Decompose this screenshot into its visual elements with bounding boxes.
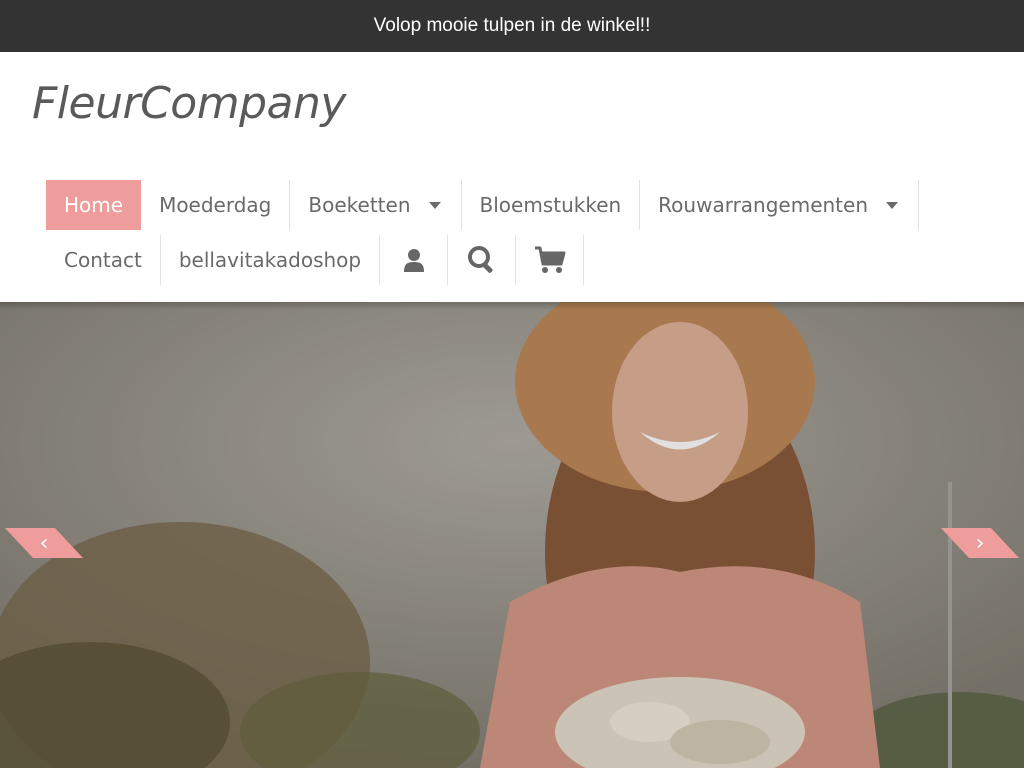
slider-next-button[interactable]: › [941, 528, 1019, 558]
nav-item-boeketten[interactable]: Boeketten [290, 180, 462, 230]
search-button[interactable] [448, 235, 517, 285]
main-nav-row-2: Contact bellavitakadoshop [46, 235, 585, 285]
announcement-text: Volop mooie tulpen in de winkel!! [373, 15, 651, 36]
nav-item-contact[interactable]: Contact [46, 235, 161, 285]
main-nav-row-1: Home Moederdag Boeketten Bloemstukken Ro… [46, 180, 920, 230]
cart-button[interactable] [516, 235, 585, 285]
user-icon [403, 249, 424, 272]
nav-item-home[interactable]: Home [46, 180, 142, 230]
nav-item-label: Moederdag [159, 193, 272, 217]
nav-item-label: Bloemstukken [479, 193, 622, 217]
nav-item-label: Contact [64, 248, 142, 272]
chevron-right-icon: › [975, 530, 985, 556]
hero-slider: ‹ › [0, 302, 1024, 768]
nav-item-label: bellavitakadoshop [178, 248, 362, 272]
nav-item-label: Rouwarrangementen [658, 193, 869, 217]
chevron-down-icon[interactable] [428, 201, 441, 209]
announcement-bar: Volop mooie tulpen in de winkel!! [0, 0, 1024, 52]
cart-icon [534, 246, 566, 273]
nav-item-moederdag[interactable]: Moederdag [141, 180, 291, 230]
search-icon [467, 246, 493, 273]
site-logo[interactable]: FleurCompany [32, 78, 346, 129]
nav-item-label: Boeketten [308, 193, 411, 217]
nav-item-label: Home [64, 193, 124, 217]
account-button[interactable] [380, 235, 449, 285]
nav-item-bloemstukken[interactable]: Bloemstukken [462, 180, 641, 230]
hero-top-shadow [0, 302, 1024, 310]
site-header: FleurCompany Home Moederdag Boeketten Bl… [0, 52, 1024, 302]
nav-item-rouwarrangementen[interactable]: Rouwarrangementen [640, 180, 920, 230]
hero-image [0, 302, 1024, 768]
chevron-down-icon[interactable] [886, 201, 899, 209]
nav-item-bellavitakadoshop[interactable]: bellavitakadoshop [161, 235, 381, 285]
slider-prev-button[interactable]: ‹ [5, 528, 83, 558]
chevron-left-icon: ‹ [39, 530, 49, 556]
